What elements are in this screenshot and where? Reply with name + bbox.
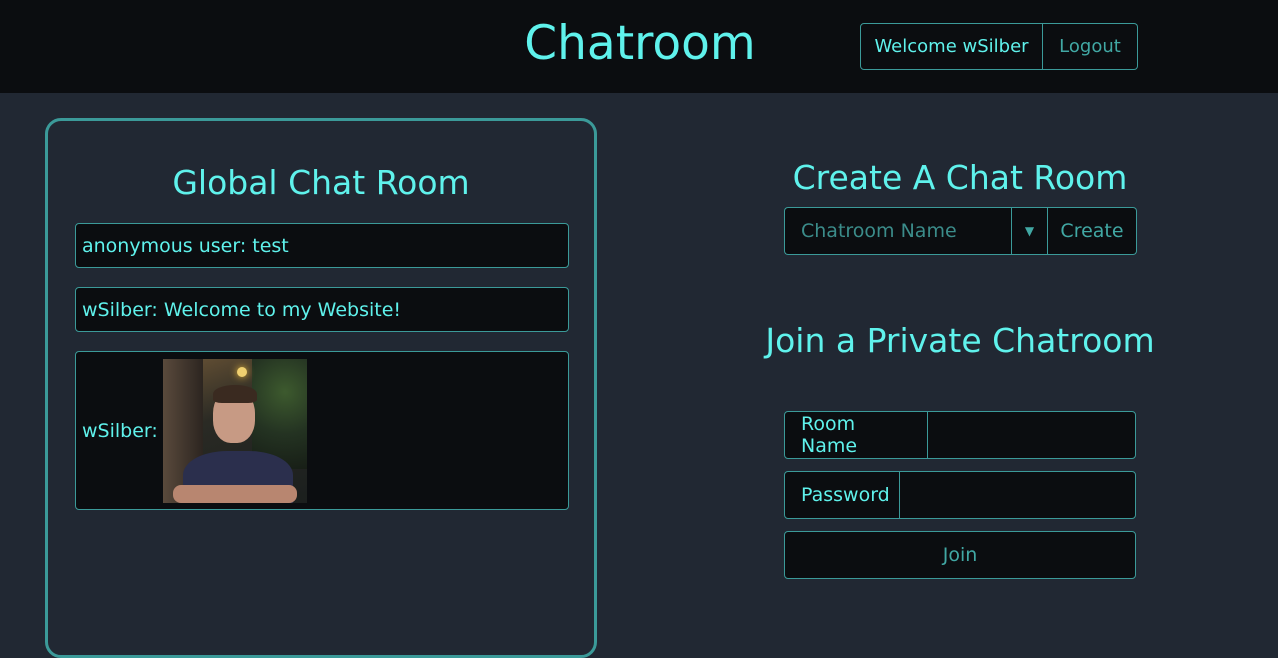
chat-message-text: anonymous user: test: [82, 234, 289, 257]
create-room-group: ▼ Create: [784, 207, 1137, 255]
join-private-title: Join a Private Chatroom: [765, 321, 1155, 360]
chat-message: anonymous user: test: [75, 223, 569, 268]
chat-message-text: wSilber: Welcome to my Website!: [82, 298, 402, 321]
join-button[interactable]: Join: [784, 531, 1136, 579]
password-field: Password: [784, 471, 1136, 519]
room-name-label: Room Name: [785, 412, 928, 458]
app-title: Chatroom: [524, 16, 756, 71]
chat-message-sender: wSilber:: [82, 419, 158, 442]
create-room-button[interactable]: Create: [1048, 207, 1137, 255]
room-name-input[interactable]: [928, 412, 1135, 458]
create-room-title: Create A Chat Room: [792, 158, 1128, 197]
chatroom-name-input[interactable]: [784, 207, 1011, 255]
password-label: Password: [785, 472, 900, 518]
password-input[interactable]: [900, 472, 1135, 518]
chat-photo: [162, 358, 307, 503]
global-chat-title: Global Chat Room: [172, 163, 470, 202]
room-name-field: Room Name: [784, 411, 1136, 459]
welcome-user-button[interactable]: Welcome wSilber: [860, 23, 1043, 70]
global-chat-panel: Global Chat Room anonymous user: test wS…: [45, 118, 597, 658]
logout-button[interactable]: Logout: [1043, 23, 1138, 70]
top-navbar: Chatroom Welcome wSilber Logout: [0, 0, 1278, 93]
chat-message: wSilber: Welcome to my Website!: [75, 287, 569, 332]
chevron-down-icon[interactable]: ▼: [1011, 207, 1048, 255]
chat-message-image: wSilber:: [75, 351, 569, 510]
user-button-group: Welcome wSilber Logout: [860, 23, 1138, 70]
